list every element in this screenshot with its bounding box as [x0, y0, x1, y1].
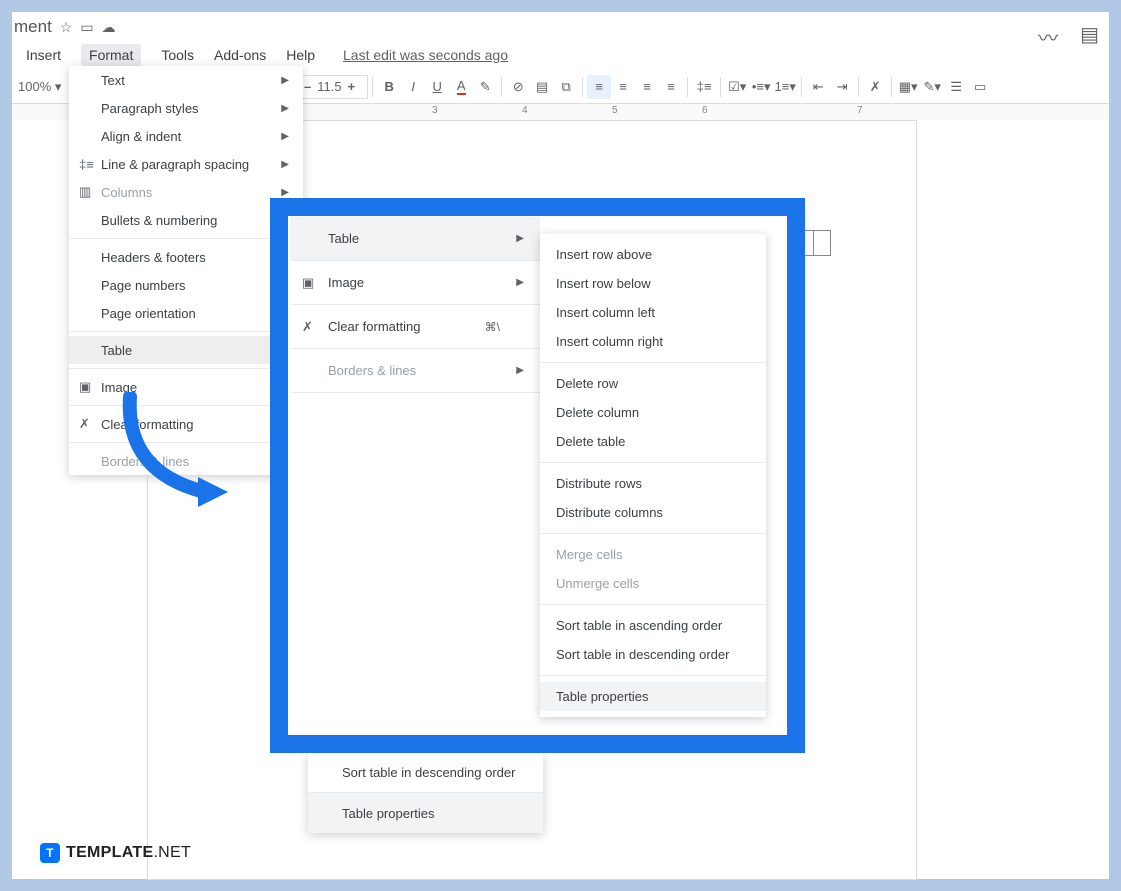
- menu-insert[interactable]: Insert: [26, 47, 61, 63]
- delete-row[interactable]: Delete row: [540, 369, 766, 398]
- format-columns[interactable]: ▥Columns▶: [69, 178, 303, 206]
- comment-button[interactable]: ▤: [530, 75, 554, 99]
- clear-format-button[interactable]: ✗: [863, 75, 887, 99]
- bullet-list-button[interactable]: •≡▾: [749, 75, 773, 99]
- insert-row-above[interactable]: Insert row above: [540, 240, 766, 269]
- columns-icon: ▥: [79, 184, 91, 200]
- star-icon[interactable]: ☆: [60, 19, 73, 36]
- image-icon: ▣: [302, 275, 314, 291]
- last-edit-label[interactable]: Last edit was seconds ago: [343, 47, 508, 63]
- doc-title: ment: [14, 17, 52, 37]
- image-button[interactable]: ⧉: [554, 75, 578, 99]
- border-width-button[interactable]: ☰: [944, 75, 968, 99]
- table-submenu-background: Sort table in descending order Table pro…: [308, 752, 543, 833]
- brand-icon: T: [40, 843, 60, 863]
- border-color-button[interactable]: ✎▾: [920, 75, 944, 99]
- format-table[interactable]: Table▶: [69, 336, 303, 364]
- sort-ascending[interactable]: Sort table in ascending order: [540, 611, 766, 640]
- insert-column-left[interactable]: Insert column left: [540, 298, 766, 327]
- table-properties[interactable]: Table properties: [540, 682, 766, 711]
- clear-icon: ✗: [302, 319, 313, 335]
- merge-cells[interactable]: Merge cells: [540, 540, 766, 569]
- format-page-numbers[interactable]: Page numbers: [69, 271, 303, 299]
- link-button[interactable]: ⊘: [506, 75, 530, 99]
- format-page-orientation[interactable]: Page orientation: [69, 299, 303, 327]
- format-paragraph-styles[interactable]: Paragraph styles▶: [69, 94, 303, 122]
- format-headers-footers[interactable]: Headers & footers: [69, 243, 303, 271]
- menu-addons[interactable]: Add-ons: [214, 47, 266, 63]
- menu-format[interactable]: Format: [81, 44, 141, 66]
- overlay-borders-lines[interactable]: Borders & lines▶: [290, 349, 540, 393]
- menu-help[interactable]: Help: [286, 47, 315, 63]
- increase-indent-button[interactable]: ⇥: [830, 75, 854, 99]
- align-right-button[interactable]: ≡: [635, 75, 659, 99]
- overlay-image[interactable]: ▣Image▶: [290, 261, 540, 305]
- table-submenu: Insert row above Insert row below Insert…: [540, 234, 766, 717]
- image-icon: ▣: [79, 379, 91, 395]
- format-line-spacing[interactable]: ‡≡Line & paragraph spacing▶: [69, 150, 303, 178]
- distribute-columns[interactable]: Distribute columns: [540, 498, 766, 527]
- highlight-button[interactable]: ✎: [473, 75, 497, 99]
- format-align-indent[interactable]: Align & indent▶: [69, 122, 303, 150]
- overlay-clear-formatting[interactable]: ✗Clear formatting⌘\: [290, 305, 540, 349]
- numbered-list-button[interactable]: 1≡▾: [773, 75, 797, 99]
- move-icon[interactable]: ▭: [80, 19, 93, 36]
- menu-bar: Insert Format Tools Add-ons Help Last ed…: [12, 42, 1109, 68]
- increase-font-icon[interactable]: +: [342, 79, 362, 94]
- overlay-table[interactable]: Table▶: [290, 217, 540, 261]
- bg-table-properties[interactable]: Table properties: [308, 793, 543, 833]
- sort-descending[interactable]: Sort table in descending order: [540, 640, 766, 669]
- format-text[interactable]: Text▶: [69, 66, 303, 94]
- brand-logo: T TEMPLATE.NET: [40, 843, 191, 863]
- insert-row-below[interactable]: Insert row below: [540, 269, 766, 298]
- underline-button[interactable]: U: [425, 75, 449, 99]
- checklist-button[interactable]: ☑▾: [725, 75, 749, 99]
- delete-column[interactable]: Delete column: [540, 398, 766, 427]
- italic-button[interactable]: I: [401, 75, 425, 99]
- title-bar: ment ☆ ▭ ☁: [12, 12, 1109, 42]
- border-button[interactable]: ▦▾: [896, 75, 920, 99]
- bold-button[interactable]: B: [377, 75, 401, 99]
- distribute-rows[interactable]: Distribute rows: [540, 469, 766, 498]
- decrease-indent-button[interactable]: ⇤: [806, 75, 830, 99]
- align-center-button[interactable]: ≡: [611, 75, 635, 99]
- spacing-icon: ‡≡: [79, 157, 94, 172]
- overlay-format-menu: Table▶ ▣Image▶ ✗Clear formatting⌘\ Borde…: [290, 217, 540, 393]
- cloud-icon[interactable]: ☁: [102, 19, 116, 36]
- unmerge-cells[interactable]: Unmerge cells: [540, 569, 766, 598]
- arrow-annotation: [110, 392, 240, 522]
- line-spacing-button[interactable]: ‡≡: [692, 75, 716, 99]
- insert-column-right[interactable]: Insert column right: [540, 327, 766, 356]
- menu-tools[interactable]: Tools: [161, 47, 194, 63]
- border-style-button[interactable]: ▭: [968, 75, 992, 99]
- align-justify-button[interactable]: ≡: [659, 75, 683, 99]
- zoom-dropdown[interactable]: 100% ▾: [18, 79, 66, 95]
- format-bullets-numbering[interactable]: Bullets & numbering▶: [69, 206, 303, 234]
- delete-table[interactable]: Delete table: [540, 427, 766, 456]
- bg-sort-desc[interactable]: Sort table in descending order: [308, 752, 543, 792]
- clear-icon: ✗: [79, 416, 90, 432]
- text-color-button[interactable]: A: [449, 75, 473, 99]
- align-left-button[interactable]: ≡: [587, 75, 611, 99]
